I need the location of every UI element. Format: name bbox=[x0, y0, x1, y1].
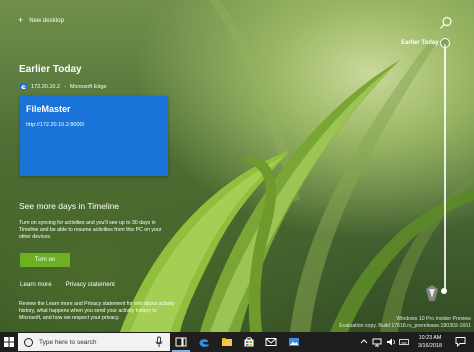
activity-card[interactable]: FileMaster http://172.20.10.2:8000/ bbox=[20, 96, 168, 176]
timeline-search-button[interactable] bbox=[439, 16, 453, 30]
search-placeholder: Type here to search bbox=[39, 338, 97, 346]
edge-icon[interactable] bbox=[198, 336, 210, 348]
watermark-line-2: Evaluation copy. Build 17618.rs_prerelea… bbox=[339, 323, 471, 329]
timeline-scrubber-end bbox=[441, 288, 447, 294]
privacy-statement-link[interactable]: Privacy statement bbox=[66, 281, 115, 288]
timeline-scrubber-handle[interactable] bbox=[440, 38, 450, 48]
taskbar: Type here to search 10:23 AM 3/16/2018 bbox=[0, 332, 474, 352]
task-view-icon[interactable] bbox=[175, 336, 187, 348]
promo-title: See more days in Timeline bbox=[19, 201, 120, 211]
info-links: Learn more Privacy statement bbox=[20, 281, 115, 288]
section-title: Earlier Today bbox=[19, 64, 82, 75]
file-explorer-icon[interactable] bbox=[221, 336, 233, 348]
activity-header: 172.20.10.2 - Microsoft Edge bbox=[20, 83, 107, 90]
windows-logo-icon bbox=[4, 337, 14, 347]
activity-card-url: http://172.20.10.2:8000/ bbox=[26, 122, 85, 128]
start-button[interactable] bbox=[0, 332, 18, 352]
new-desktop-label: New desktop bbox=[29, 17, 64, 24]
timeline-scrubber-track[interactable] bbox=[444, 44, 446, 292]
mail-icon[interactable] bbox=[265, 336, 277, 348]
search-icon bbox=[440, 16, 452, 29]
activity-source-ip: 172.20.10.2 bbox=[31, 83, 61, 90]
system-clock[interactable]: 10:23 AM 3/16/2018 bbox=[411, 334, 449, 350]
site-logo-icon bbox=[426, 285, 438, 301]
watermark-line-1: Windows 10 Pro Insider Preview bbox=[396, 316, 471, 322]
photos-icon[interactable] bbox=[288, 336, 300, 348]
cortana-icon bbox=[24, 337, 33, 347]
privacy-review-text: Review the Learn more and Privacy statem… bbox=[19, 301, 175, 321]
activity-card-title: FileMaster bbox=[26, 104, 71, 114]
clock-time: 10:23 AM bbox=[418, 335, 442, 341]
promo-body: Turn on syncing for activities and you'l… bbox=[19, 220, 162, 240]
keyboard-icon[interactable] bbox=[399, 336, 409, 348]
new-desktop-button[interactable]: + New desktop bbox=[18, 16, 64, 25]
learn-more-link[interactable]: Learn more bbox=[20, 281, 52, 288]
edge-icon bbox=[20, 83, 27, 90]
network-icon[interactable] bbox=[372, 336, 382, 348]
taskbar-search-box[interactable]: Type here to search bbox=[18, 333, 170, 351]
microphone-icon[interactable] bbox=[154, 336, 164, 348]
scrubber-label: Earlier Today bbox=[401, 40, 439, 46]
plus-icon: + bbox=[18, 15, 24, 25]
activity-separator: - bbox=[64, 83, 66, 90]
action-center-icon[interactable] bbox=[455, 336, 466, 347]
volume-icon[interactable] bbox=[386, 336, 396, 348]
store-icon[interactable] bbox=[243, 336, 255, 348]
chevron-up-icon[interactable] bbox=[360, 336, 368, 348]
activity-app-name: Microsoft Edge bbox=[69, 83, 107, 90]
clock-date: 3/16/2018 bbox=[418, 343, 442, 349]
turn-on-button[interactable]: Turn on bbox=[20, 253, 70, 267]
build-watermark: Windows 10 Pro Insider Preview Evaluatio… bbox=[339, 316, 471, 330]
